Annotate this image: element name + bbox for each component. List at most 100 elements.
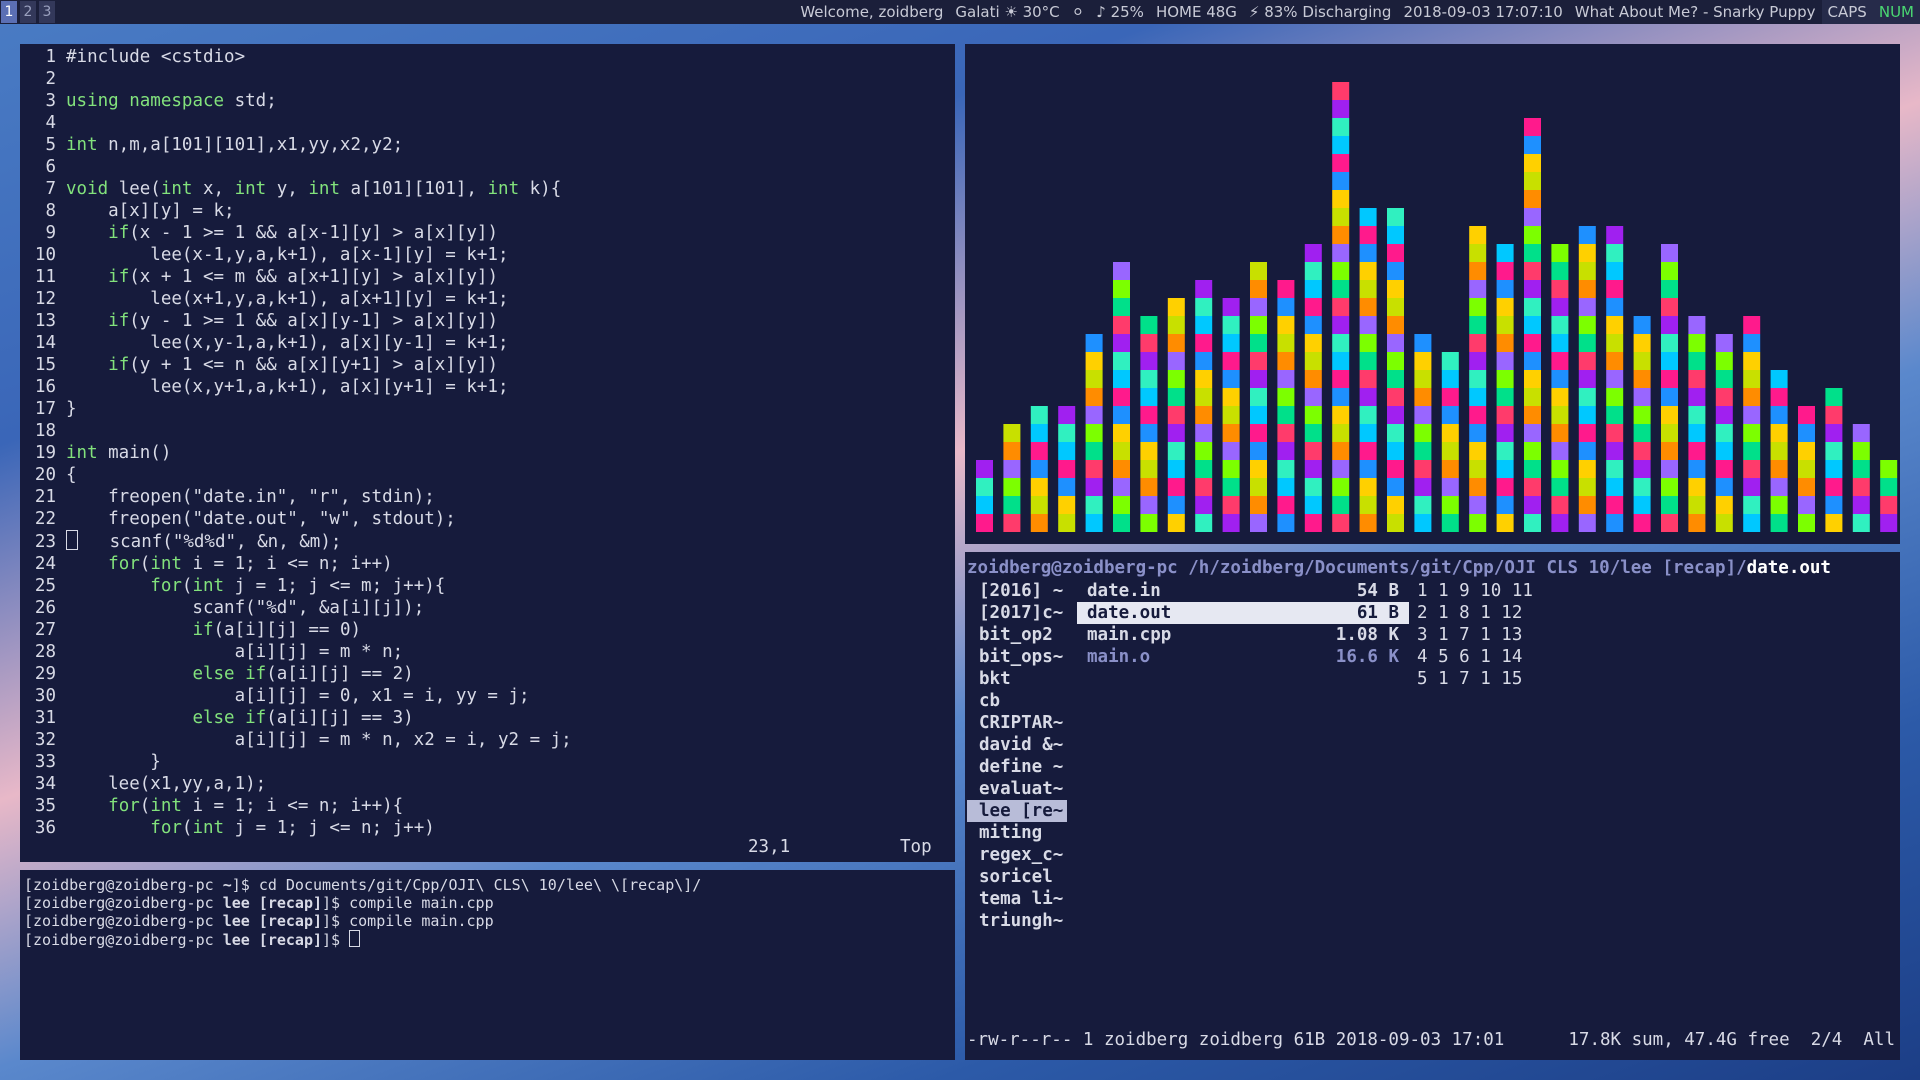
file-item[interactable]: date.out 61 B (1077, 602, 1409, 624)
code-line[interactable]: 25 for(int j = 1; j <= m; j++){ (20, 575, 572, 597)
visualizer-segment (1578, 244, 1596, 262)
code-line[interactable]: 32 a[i][j] = m * n, x2 = i, y2 = j; (20, 729, 572, 751)
visualizer-segment (1113, 370, 1130, 388)
code-line[interactable]: 28 a[i][j] = m * n; (20, 641, 572, 663)
directory-item[interactable]: bit_op2 (967, 624, 1067, 646)
line-number: 4 (45, 113, 56, 133)
directory-item[interactable]: [2016] ~ (967, 580, 1067, 602)
code-line[interactable]: 27 if(a[i][j] == 0) (20, 619, 572, 641)
code-line[interactable]: 6 (20, 156, 572, 178)
code-line[interactable]: 22 freopen("date.out", "w", stdout); (20, 508, 572, 530)
visualizer-segment (1414, 370, 1432, 388)
code-line[interactable]: 7 void lee(int x, int y, int a[101][101],… (20, 178, 572, 200)
code-line[interactable]: 5 int n,m,a[101][101],x1,yy,x2,y2; (20, 134, 572, 156)
code-line[interactable]: 21 freopen("date.in", "r", stdin); (20, 486, 572, 508)
visualizer-segment (1304, 334, 1322, 352)
code-line[interactable]: 3 using namespace std; (20, 90, 572, 112)
ranger-file-manager-pane[interactable]: zoidberg@zoidberg-pc /h/zoidberg/Documen… (965, 552, 1900, 1060)
directory-item[interactable]: tema li~ (967, 888, 1067, 910)
code-line[interactable]: 9 if(x - 1 >= 1 && a[x-1][y] > a[x][y]) (20, 222, 572, 244)
code-line[interactable]: 16 lee(x,y+1,a,k+1), a[x][y+1] = k+1; (20, 376, 572, 398)
code-line[interactable]: 29 else if(a[i][j] == 2) (20, 663, 572, 685)
directory-item[interactable]: [2017]c~ (967, 602, 1067, 624)
directory-item[interactable]: evaluat~ (967, 778, 1067, 800)
code-line[interactable]: 15 if(y + 1 <= n && a[x][y+1] > a[x][y]) (20, 354, 572, 376)
file-size: 16.6 K (1335, 647, 1399, 667)
directory-item[interactable]: cb (967, 690, 1067, 712)
directory-item[interactable]: define ~ (967, 756, 1067, 778)
volume-text[interactable]: ♪ 25% (1090, 0, 1150, 24)
directory-item[interactable]: bkt (967, 668, 1067, 690)
code-line[interactable]: 13 if(y - 1 >= 1 && a[x][y-1] > a[x][y]) (20, 310, 572, 332)
visualizer-segment (1387, 388, 1404, 406)
visualizer-segment (1387, 424, 1404, 442)
file-item[interactable]: main.cpp 1.08 K (1077, 624, 1409, 646)
file-item[interactable]: main.o 16.6 K (1077, 646, 1409, 668)
code-line[interactable]: 35 for(int i = 1; i <= n; i++){ (20, 795, 572, 817)
directory-item[interactable]: soricel (967, 866, 1067, 888)
visualizer-segment (1058, 442, 1076, 460)
code-line[interactable]: 14 lee(x,y-1,a,k+1), a[x][y-1] = k+1; (20, 332, 572, 354)
parent-directory-list[interactable]: [2016] ~ [2017]c~ bit_op2 bit_ops~ bkt cb CRIP… (967, 580, 1067, 932)
code-line[interactable]: 2 (20, 68, 572, 90)
visualizer-segment (1277, 388, 1295, 406)
visualizer-segment (1441, 514, 1459, 532)
code-line[interactable]: 17} (20, 398, 572, 420)
visualizer-segment (1661, 352, 1678, 370)
code-line[interactable]: 36 for(int j = 1; j <= n; j++) (20, 817, 572, 839)
code-line[interactable]: 26 scanf("%d", &a[i][j]); (20, 597, 572, 619)
workspace-1-button[interactable]: 1 (1, 1, 17, 23)
code-line[interactable]: 11 if(x + 1 <= m && a[x+1][y] > a[x][y]) (20, 266, 572, 288)
visualizer-segment (1606, 442, 1624, 460)
caps-lock-indicator: CAPS (1821, 0, 1873, 24)
directory-item[interactable]: triungh~ (967, 910, 1067, 932)
file-item[interactable]: date.in 54 B (1077, 580, 1409, 602)
visualizer-segment (1469, 388, 1487, 406)
file-list[interactable]: date.in 54 Bdate.out 61 Bmain.cpp 1.08 Kmai… (1077, 580, 1409, 668)
code-line[interactable]: 24 for(int i = 1; i <= n; i++) (20, 553, 572, 575)
visualizer-segment (1441, 370, 1459, 388)
code-line[interactable]: 19 int main() (20, 442, 572, 464)
code-line[interactable]: 18 (20, 420, 572, 442)
directory-item[interactable]: regex_c~ (967, 844, 1067, 866)
line-number: 27 (34, 620, 56, 640)
visualizer-segment (1578, 424, 1596, 442)
workspace-3-button[interactable]: 3 (39, 1, 55, 23)
code-buffer[interactable]: 1 #include <cstdio> 2 3 using namespace std;… (20, 46, 572, 839)
visualizer-segment (1798, 442, 1815, 460)
now-playing-text[interactable]: What About Me? - Snarky Puppy (1569, 0, 1822, 24)
code-line[interactable]: 23 scanf("%d%d", &n, &m); (20, 530, 572, 553)
directory-item[interactable]: miting (967, 822, 1067, 844)
visualizer-segment (1852, 496, 1870, 514)
code-line[interactable]: 1 #include <cstdio> (20, 46, 572, 68)
code-line[interactable]: 30 a[i][j] = 0, x1 = i, yy = j; (20, 685, 572, 707)
workspace-2-button[interactable]: 2 (20, 1, 36, 23)
code-line[interactable]: 31 else if(a[i][j] == 3) (20, 707, 572, 729)
visualizer-segment (1250, 406, 1267, 424)
code-line[interactable]: 12 lee(x+1,y,a,k+1), a[x+1][y] = k+1; (20, 288, 572, 310)
directory-item[interactable]: bit_ops~ (967, 646, 1067, 668)
visualizer-segment (1661, 298, 1678, 316)
code-line[interactable]: 20 { (20, 464, 572, 486)
code-line[interactable]: 33 } (20, 751, 572, 773)
visualizer-segment (1277, 478, 1295, 496)
line-text: else if(a[i][j] == 3) (192, 708, 414, 728)
code-line[interactable]: 8 a[x][y] = k; (20, 200, 572, 222)
line-text: } (66, 399, 77, 419)
directory-item[interactable]: david &~ (967, 734, 1067, 756)
code-line[interactable]: 10 lee(x-1,y,a,k+1), a[x-1][y] = k+1; (20, 244, 572, 266)
code-line[interactable]: 4 (20, 112, 572, 134)
directory-item[interactable]: lee [re~ (967, 800, 1067, 822)
line-text: lee(x-1,y,a,k+1), a[x-1][y] = k+1; (66, 245, 509, 265)
visualizer-segment (1222, 514, 1240, 532)
directory-item[interactable]: CRIPTAR~ (967, 712, 1067, 734)
visualizer-segment (1469, 352, 1487, 370)
visualizer-segment (1113, 406, 1130, 424)
terminal-pane[interactable]: [zoidberg@zoidberg-pc ~]$ cd Documents/g… (20, 870, 955, 1060)
visualizer-segment (1524, 298, 1541, 316)
visualizer-bar (976, 460, 993, 532)
vim-editor-pane[interactable]: 1 #include <cstdio> 2 3 using namespace std;… (20, 44, 955, 862)
visualizer-segment (1167, 478, 1185, 496)
line-number: 29 (34, 664, 56, 684)
code-line[interactable]: 34 lee(x1,yy,a,1); (20, 773, 572, 795)
